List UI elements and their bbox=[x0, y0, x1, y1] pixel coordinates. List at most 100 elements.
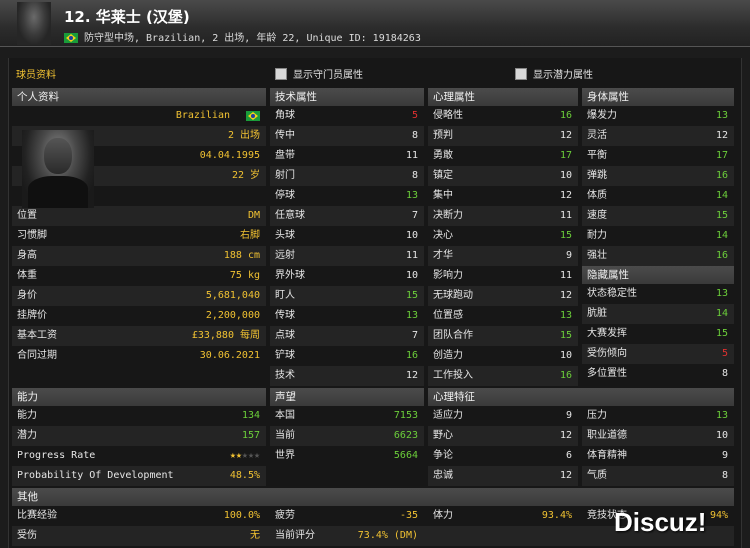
show-gk-attributes-checkbox[interactable]: 显示守门员属性 bbox=[275, 66, 363, 81]
hidden-label: 大赛发挥 bbox=[587, 328, 627, 339]
physical-value: 15 bbox=[715, 210, 728, 221]
player-subtitle: 防守型中场, Brazilian, 2 出场, 年龄 22, Unique ID… bbox=[64, 29, 421, 44]
personal-row: 基本工资 £33,880 每周 bbox=[12, 326, 266, 346]
show-potential-attributes-checkbox[interactable]: 显示潜力属性 bbox=[515, 66, 593, 81]
technical-label: 传球 bbox=[275, 310, 295, 321]
mental-label: 工作投入 bbox=[433, 370, 473, 381]
physical-row: 耐力 14 bbox=[582, 226, 734, 246]
technical-value: 7 bbox=[411, 330, 418, 341]
mental-row: 才华 9 bbox=[428, 246, 578, 266]
technical-label: 射门 bbox=[275, 170, 295, 181]
trait-value: 6 bbox=[565, 450, 572, 461]
personal-row: 体重 75 kg bbox=[12, 266, 266, 286]
trait-value: 12 bbox=[559, 430, 572, 441]
physical-label: 耐力 bbox=[587, 230, 607, 241]
reputation-value: 7153 bbox=[393, 410, 418, 421]
ability-row: 能力 134 bbox=[12, 406, 266, 426]
other-cell: 受伤 无 bbox=[12, 526, 266, 546]
trait-label: 野心 bbox=[433, 430, 453, 441]
physical-rows: 爆发力 13 灵活 12 平衡 17 弹跳 16 体质 14 速度 15 耐力 14 强壮 16 bbox=[582, 106, 734, 266]
ability-value: 134 bbox=[241, 410, 260, 421]
hidden-panel-header: 隐藏属性 bbox=[582, 266, 734, 284]
reputation-row: 当前 6623 bbox=[270, 426, 424, 446]
reputation-value: 6623 bbox=[393, 430, 418, 441]
trait-row: 压力 13 bbox=[582, 406, 734, 426]
mental-traits-panel: 心理特征 适应力 9 野心 12 争论 6 忠诚 12 压力 13 职业道德 10 体育精神 9 气质 8 bbox=[428, 388, 734, 486]
trait-label: 职业道德 bbox=[587, 430, 627, 441]
physical-row: 强壮 16 bbox=[582, 246, 734, 266]
mental-label: 集中 bbox=[433, 190, 453, 201]
panel-header: 身体属性 bbox=[582, 88, 734, 106]
tab-player-profile[interactable]: 球员资料 bbox=[16, 66, 56, 81]
mental-row: 位置感 13 bbox=[428, 306, 578, 326]
other-label: 当前评分 bbox=[275, 530, 315, 541]
personal-value: 188 cm bbox=[223, 250, 260, 261]
physical-label: 爆发力 bbox=[587, 110, 617, 121]
technical-label: 点球 bbox=[275, 330, 295, 341]
checkbox-label: 显示守门员属性 bbox=[293, 70, 363, 81]
physical-value: 13 bbox=[715, 110, 728, 121]
mental-row: 勇敢 17 bbox=[428, 146, 578, 166]
mental-value: 12 bbox=[559, 290, 572, 301]
personal-row: 合同过期 30.06.2021 bbox=[12, 346, 266, 366]
mental-value: 15 bbox=[559, 230, 572, 241]
panel-header: 心理特征 bbox=[428, 388, 734, 406]
trait-label: 忠诚 bbox=[433, 470, 453, 481]
checkbox-box[interactable] bbox=[275, 67, 287, 80]
technical-row: 任意球 7 bbox=[270, 206, 424, 226]
other-cell: 比赛经验 100.0% bbox=[12, 506, 266, 526]
personal-value: 右脚 bbox=[240, 230, 260, 241]
mental-row: 影响力 11 bbox=[428, 266, 578, 286]
physical-row: 弹跳 16 bbox=[582, 166, 734, 186]
technical-value: 5 bbox=[411, 110, 418, 121]
nationality-row: Brazilian bbox=[12, 106, 266, 126]
ability-row: Progress Rate ★★★★★ bbox=[12, 446, 266, 466]
physical-value: 16 bbox=[715, 170, 728, 181]
other-cell: 疲劳 -35 bbox=[270, 506, 424, 526]
trait-label: 争论 bbox=[433, 450, 453, 461]
mental-row: 集中 12 bbox=[428, 186, 578, 206]
mental-label: 决心 bbox=[433, 230, 453, 241]
hidden-value: 15 bbox=[715, 328, 728, 339]
ability-value: 48.5% bbox=[229, 470, 260, 481]
reputation-rows: 本国 7153 当前 6623 世界 5664 bbox=[270, 406, 424, 466]
mental-row: 侵略性 16 bbox=[428, 106, 578, 126]
physical-label: 弹跳 bbox=[587, 170, 607, 181]
ability-panel: 能力 能力 134 潜力 157 Progress Rate ★★★★★ Probabili… bbox=[12, 388, 266, 486]
ability-value: 157 bbox=[241, 430, 260, 441]
other-label: 疲劳 bbox=[275, 510, 295, 521]
mental-label: 镇定 bbox=[433, 170, 453, 181]
brazil-flag-icon bbox=[246, 111, 260, 121]
trait-row: 野心 12 bbox=[428, 426, 578, 446]
other-cell: 体力 93.4% bbox=[428, 506, 578, 526]
technical-attributes-panel: 技术属性 角球 5 传中 8 盘带 11 射门 8 停球 13 任意球 7 头球 10 远射 11 界外球 10 盯… bbox=[270, 88, 424, 386]
mental-value: 12 bbox=[559, 190, 572, 201]
technical-value: 11 bbox=[405, 250, 418, 261]
trait-row: 职业道德 10 bbox=[582, 426, 734, 446]
mental-value: 13 bbox=[559, 310, 572, 321]
portrait-body bbox=[28, 176, 88, 208]
hidden-row: 状态稳定性 13 bbox=[582, 284, 734, 304]
mental-label: 预判 bbox=[433, 130, 453, 141]
personal-row: 身价 5,681,040 bbox=[12, 286, 266, 306]
physical-value: 12 bbox=[715, 130, 728, 141]
ability-rows: 能力 134 潜力 157 Progress Rate ★★★★★ Probability … bbox=[12, 406, 266, 486]
trait-value: 9 bbox=[565, 410, 572, 421]
mental-row: 决心 15 bbox=[428, 226, 578, 246]
mental-label: 才华 bbox=[433, 250, 453, 261]
trait-row: 体育精神 9 bbox=[582, 446, 734, 466]
technical-rows: 角球 5 传中 8 盘带 11 射门 8 停球 13 任意球 7 头球 10 远射 11 界外球 10 盯人 15 传球… bbox=[270, 106, 424, 386]
checkbox-label: 显示潜力属性 bbox=[533, 70, 593, 81]
personal-label: 位置 bbox=[17, 210, 37, 221]
hidden-label: 受伤倾向 bbox=[587, 348, 627, 359]
other-label: 受伤 bbox=[17, 530, 37, 541]
technical-label: 盯人 bbox=[275, 290, 295, 301]
checkbox-box[interactable] bbox=[515, 67, 527, 80]
physical-label: 平衡 bbox=[587, 150, 607, 161]
technical-row: 射门 8 bbox=[270, 166, 424, 186]
technical-label: 任意球 bbox=[275, 210, 305, 221]
physical-row: 平衡 17 bbox=[582, 146, 734, 166]
mental-value: 10 bbox=[559, 350, 572, 361]
mental-row: 预判 12 bbox=[428, 126, 578, 146]
technical-row: 点球 7 bbox=[270, 326, 424, 346]
